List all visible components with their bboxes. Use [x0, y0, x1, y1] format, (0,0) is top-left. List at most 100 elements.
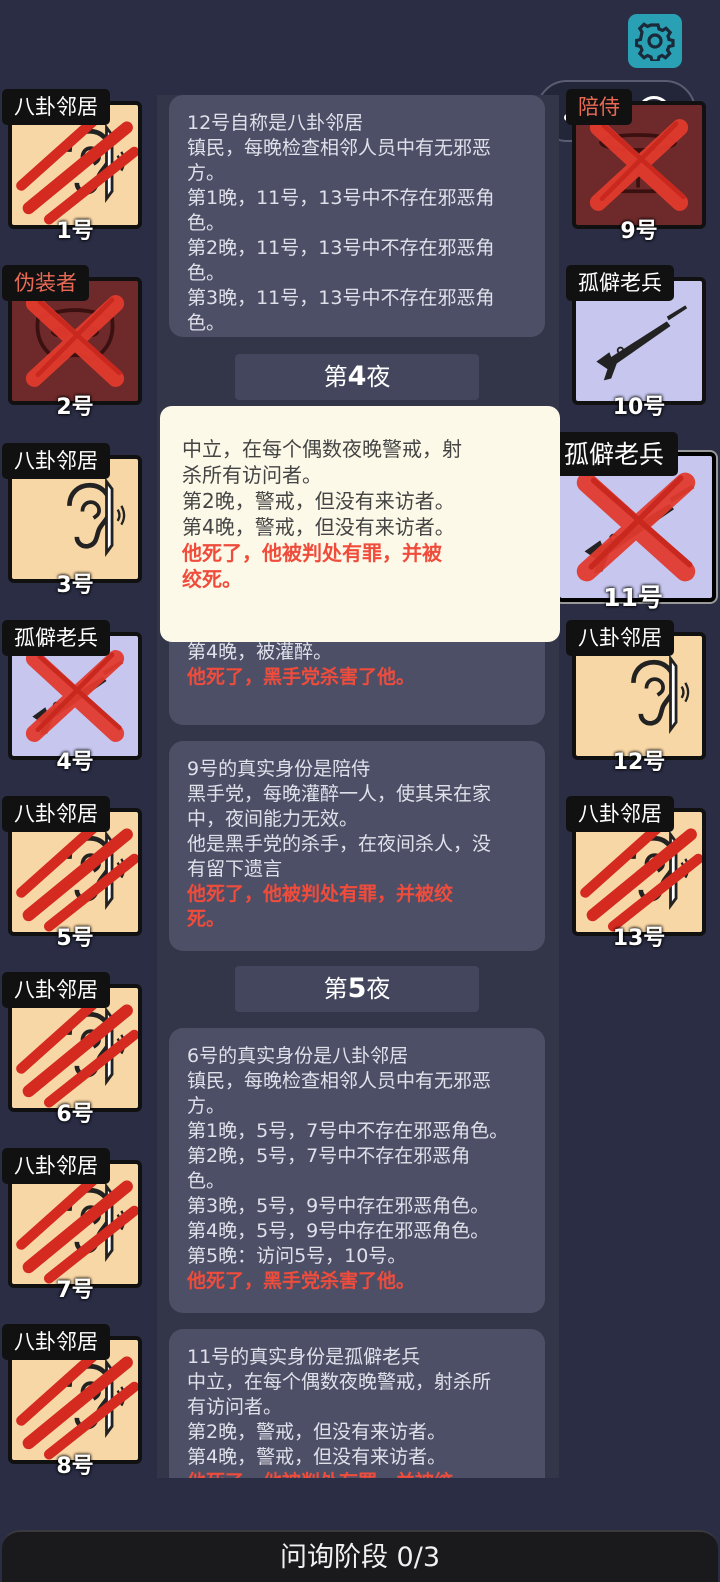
player-card-13[interactable]: 八卦邻居 13号 [566, 796, 706, 951]
player-card-10[interactable]: 孤僻老兵 10号 [566, 265, 706, 420]
popup-death-line: 他死了，他被判处有罪，并被 [182, 541, 442, 565]
dead-x-icon [576, 472, 696, 582]
death-line: 死。 [187, 908, 226, 930]
player-number: 5号 [56, 926, 94, 951]
player-card-8[interactable]: 八卦邻居 8号 [2, 1324, 142, 1479]
log-line: 第1晚，5号，7号中不存在邪恶角色。 [187, 1120, 509, 1142]
night-prefix: 第 [323, 363, 348, 391]
log-entry: 9号的真实身份是陪侍 黑手党，每晚灌醉一人，使其呆在家 中，夜间能力无效。 他是… [169, 741, 545, 951]
role-tag: 八卦邻居 [2, 89, 110, 125]
claw-marks-icon [16, 1344, 138, 1460]
role-tag: 八卦邻居 [2, 443, 110, 479]
role-tag: 陪侍 [566, 89, 632, 125]
player-number: 6号 [56, 1102, 94, 1127]
log-line: 色。 [187, 212, 226, 234]
popup-death-line: 绞死。 [182, 567, 242, 591]
player-card-12[interactable]: 八卦邻居 12号 [566, 620, 706, 775]
game-log[interactable]: 12号自称是八卦邻居 镇民，每晚检查相邻人员中有无邪恶 方。 第1晚，11号，1… [157, 95, 559, 1478]
log-line: 6号的真实身份是八卦邻居 [187, 1045, 409, 1067]
player-number: 12号 [612, 750, 666, 775]
player-number: 10号 [612, 395, 666, 420]
log-line: 第4晚，警戒，但没有来访者。 [187, 1446, 447, 1468]
settings-button[interactable] [628, 14, 682, 68]
player-number: 1号 [56, 219, 94, 244]
log-line: 第1晚，11号，13号中不存在邪恶角 [187, 187, 495, 209]
log-line: 镇民，每晚检查相邻人员中有无邪恶 [187, 1070, 492, 1092]
log-entry: 6号的真实身份是八卦邻居 镇民，每晚检查相邻人员中有无邪恶 方。 第1晚，5号，… [169, 1028, 545, 1313]
player-number: 2号 [56, 395, 94, 420]
player-number: 11号 [603, 583, 663, 612]
ear-icon [67, 477, 126, 557]
popup-line: 中立，在每个偶数夜晚警戒，射 [182, 437, 462, 461]
role-tag: 八卦邻居 [566, 620, 674, 656]
role-tag: 八卦邻居 [2, 1324, 110, 1360]
log-entry: 12号自称是八卦邻居 镇民，每晚检查相邻人员中有无邪恶 方。 第1晚，11号，1… [169, 95, 545, 337]
role-tag: 八卦邻居 [2, 796, 110, 832]
claw-marks-icon [16, 992, 138, 1108]
role-tag: 孤僻老兵 [550, 432, 679, 476]
log-line: 第2晚，5号，7号中不存在邪恶角 [187, 1145, 471, 1167]
role-tag: 孤僻老兵 [2, 620, 110, 656]
night-header: 第5夜 [235, 966, 479, 1012]
log-line: 中，夜间能力无效。 [187, 808, 359, 830]
player-card-3[interactable]: 八卦邻居 3号 [2, 443, 142, 598]
log-line: 黑手党，每晚灌醉一人，使其呆在家 [187, 783, 492, 805]
log-line: 中立，在每个偶数夜晚警戒，射杀所 [187, 1371, 492, 1393]
log-line: 12号自称是八卦邻居 [187, 112, 364, 134]
player-number: 3号 [56, 573, 94, 598]
death-line: 他死了，他被判处有罪，并被绞 [187, 1470, 527, 1478]
role-tag: 八卦邻居 [2, 972, 110, 1008]
rifle-icon [596, 305, 688, 381]
player-card-6[interactable]: 八卦邻居 6号 [2, 972, 142, 1127]
player-number: 7号 [56, 1278, 94, 1303]
player-number: 13号 [612, 926, 666, 951]
role-detail-popup[interactable]: 中立，在每个偶数夜晚警戒，射 杀所有访问者。 第2晚，警戒，但没有来访者。 第4… [160, 406, 560, 642]
popup-line: 杀所有访问者。 [182, 463, 322, 487]
player-card-5[interactable]: 八卦邻居 5号 [2, 796, 142, 951]
popup-line: 第4晚，警戒，但没有来访者。 [182, 515, 455, 539]
claw-marks-icon [16, 1168, 138, 1284]
night-header: 第4夜 [235, 354, 479, 400]
night-number: 4 [347, 361, 367, 392]
claw-marks-icon [16, 109, 138, 225]
log-line: 第3晚，11号，13号中不存在邪恶角 [187, 287, 495, 309]
role-tag: 伪装者 [2, 265, 89, 301]
night-suffix: 夜 [366, 363, 391, 391]
log-line: 镇民，每晚检查相邻人员中有无邪恶 [187, 137, 492, 159]
log-line: 第4晚，被灌醉。 [187, 641, 333, 663]
log-entry: 11号的真实身份是孤僻老兵 中立，在每个偶数夜晚警戒，射杀所 有访问者。 第2晚… [169, 1329, 545, 1478]
log-line: 第3晚，5号，9号中存在邪恶角色。 [187, 1195, 490, 1217]
player-card-7[interactable]: 八卦邻居 7号 [2, 1148, 142, 1303]
player-card-11[interactable]: 孤僻老兵 11号 [550, 432, 716, 612]
role-tag: 八卦邻居 [2, 1148, 110, 1184]
death-line: 他死了，黑手党杀害了他。 [187, 1270, 416, 1292]
dead-x-icon [25, 650, 125, 742]
death-line: 他死了，他被判处有罪，并被绞 [187, 883, 454, 905]
player-number: 4号 [56, 750, 94, 775]
log-line: 第4晚，5号，9号中存在邪恶角色。 [187, 1220, 490, 1242]
log-line: 色。 [187, 312, 226, 334]
death-line: 他死了，黑手党杀害了他。 [187, 666, 416, 688]
role-tag: 孤僻老兵 [566, 265, 674, 301]
player-card-2[interactable]: 伪装者 2号 [2, 265, 142, 420]
log-line: 有访问者。 [187, 1396, 283, 1418]
player-card-4[interactable]: 孤僻老兵 4号 [2, 620, 142, 775]
player-card-1[interactable]: 八卦邻居 1号 [2, 89, 142, 244]
log-line: 11号的真实身份是孤僻老兵 [187, 1346, 421, 1368]
player-number: 9号 [620, 219, 658, 244]
log-line: 方。 [187, 1095, 226, 1117]
night-suffix: 夜 [366, 975, 391, 1003]
night-number: 5 [347, 973, 367, 1004]
claw-marks-icon [16, 816, 138, 932]
phase-label: 问询阶段 0/3 [279, 1542, 441, 1573]
log-line: 9号的真实身份是陪侍 [187, 758, 371, 780]
log-line: 有留下遗言 [187, 858, 283, 880]
log-line: 第2晚，警戒，但没有来访者。 [187, 1421, 447, 1443]
log-line: 色。 [187, 1170, 226, 1192]
night-prefix: 第 [323, 975, 348, 1003]
gear-icon [635, 22, 675, 61]
player-card-9[interactable]: 陪侍 9号 [566, 89, 706, 244]
popup-line: 第2晚，警戒，但没有来访者。 [182, 489, 455, 513]
log-line: 方。 [187, 162, 226, 184]
phase-bar: 问询阶段 0/3 [2, 1530, 718, 1582]
